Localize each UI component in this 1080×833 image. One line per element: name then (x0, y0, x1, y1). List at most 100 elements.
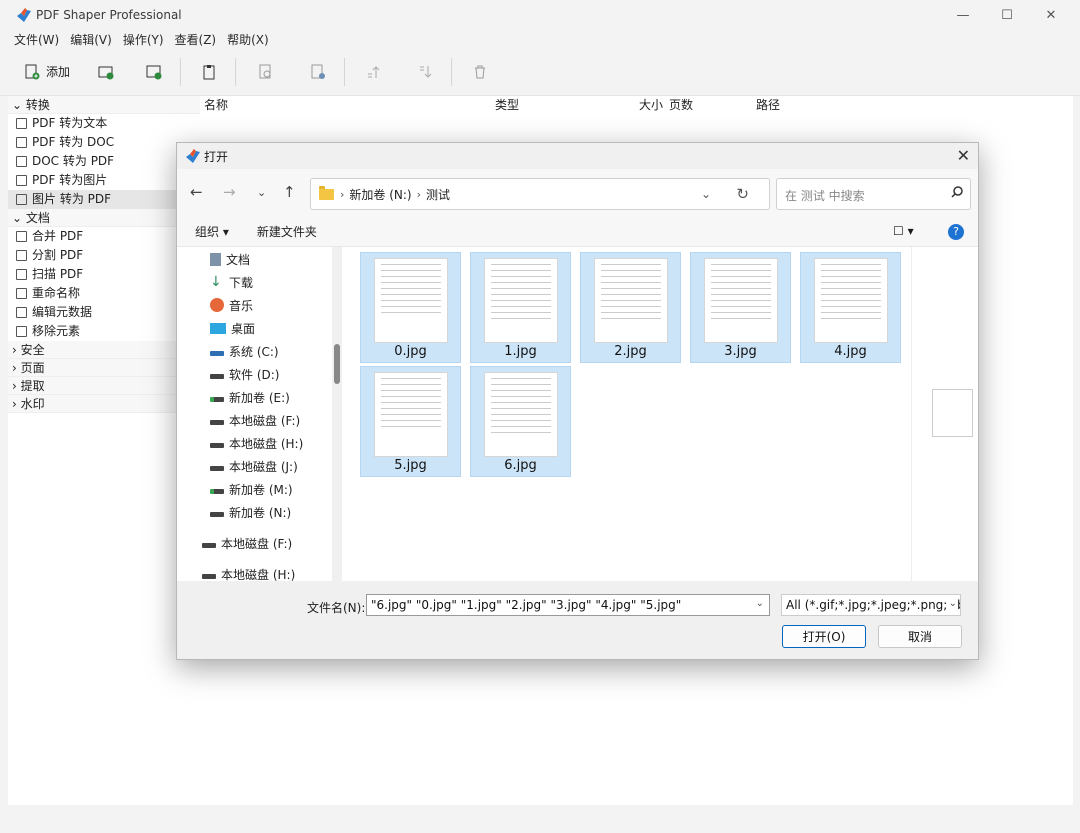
maximize-button[interactable]: ☐ (984, 0, 1030, 30)
add-button[interactable]: 添加 (24, 57, 70, 87)
tree-item-drive-e[interactable]: 新加卷 (E:) (210, 387, 290, 407)
sidebar-item-split-pdf[interactable]: 分割 PDF (8, 246, 200, 265)
menu-bar: 文件(W) 编辑(V) 操作(Y) 查看(Z) 帮助(X) (0, 30, 1080, 48)
info-button[interactable] (310, 57, 332, 87)
sidebar-section-watermark[interactable]: › 水印 (8, 395, 200, 413)
chevron-down-icon[interactable]: ⌄ (701, 187, 711, 201)
menu-edit[interactable]: 编辑(V) (70, 31, 112, 48)
file-pane[interactable]: 0.jpg 1.jpg 2.jpg 3.jpg 4.jpg 5.jpg 6.jp… (343, 247, 911, 581)
column-type[interactable]: 类型 (495, 96, 519, 115)
tree-item-drive-n[interactable]: 新加卷 (N:) (210, 502, 291, 522)
tree-item-network-f[interactable]: 本地磁盘 (F:) (202, 533, 292, 553)
tree-item-music[interactable]: 音乐 (210, 295, 253, 315)
drive-icon (210, 442, 224, 448)
help-icon[interactable]: ? (948, 224, 964, 240)
file-item[interactable]: 1.jpg (470, 252, 571, 363)
add-files-button[interactable] (146, 57, 168, 87)
file-item[interactable]: 3.jpg (690, 252, 791, 363)
menu-action[interactable]: 操作(Y) (123, 31, 164, 48)
sidebar-section-security[interactable]: › 安全 (8, 341, 200, 359)
tree-item-drive-j[interactable]: 本地磁盘 (J:) (210, 456, 298, 476)
search-input[interactable]: 在 测试 中搜索 (776, 178, 971, 210)
tree-scrollbar[interactable] (332, 247, 342, 581)
file-item[interactable]: 2.jpg (580, 252, 681, 363)
file-name: 3.jpg (724, 344, 757, 359)
recent-chevron-icon[interactable]: ⌄ (257, 186, 266, 199)
minimize-button[interactable]: — (940, 0, 986, 30)
preview-button[interactable] (258, 57, 280, 87)
breadcrumb-drive[interactable]: 新加卷 (N:) (349, 186, 411, 203)
clipboard-icon (201, 64, 217, 80)
tree-item-drive-f[interactable]: 本地磁盘 (F:) (210, 410, 300, 430)
sidebar-section-document[interactable]: ⌄ 文档 (8, 209, 200, 227)
tree-item-desktop[interactable]: 桌面 (210, 318, 255, 338)
move-up-button[interactable] (365, 57, 387, 87)
forward-arrow-icon[interactable]: → (223, 183, 236, 201)
view-mode-icon[interactable]: ☐ ▾ (893, 224, 914, 238)
column-name[interactable]: 名称 (204, 96, 228, 115)
sidebar-item-doc-to-pdf[interactable]: DOC 转为 PDF (8, 152, 200, 171)
tree-item-drive-d[interactable]: 软件 (D:) (210, 364, 279, 384)
sidebar-item-scan-pdf[interactable]: 扫描 PDF (8, 265, 200, 284)
sidebar-item-remove-elements[interactable]: 移除元素 (8, 322, 200, 341)
sidebar-item-pdf-to-text[interactable]: PDF 转为文本 (8, 114, 200, 133)
sidebar-section-pages[interactable]: › 页面 (8, 359, 200, 377)
move-down-button[interactable] (417, 57, 439, 87)
breadcrumb-folder[interactable]: 测试 (426, 186, 450, 203)
cancel-button[interactable]: 取消 (878, 625, 962, 648)
drive-icon (210, 350, 224, 356)
column-path[interactable]: 路径 (756, 96, 780, 115)
add-folder-button[interactable] (98, 57, 120, 87)
split-icon (16, 250, 27, 261)
delete-button[interactable] (472, 57, 494, 87)
sidebar-section-extract[interactable]: › 提取 (8, 377, 200, 395)
up-arrow-icon[interactable]: ↑ (283, 183, 296, 201)
tree-item-network-h[interactable]: 本地磁盘 (H:) (202, 564, 295, 581)
dialog-footer: 文件名(N): "6.jpg" "0.jpg" "1.jpg" "2.jpg" … (177, 581, 978, 659)
chevron-down-icon[interactable]: ⌄ (946, 598, 957, 609)
file-item[interactable]: 4.jpg (800, 252, 901, 363)
paste-button[interactable] (201, 57, 223, 87)
toolbar: 添加 (0, 48, 1080, 96)
refresh-icon[interactable]: ↻ (736, 185, 749, 203)
file-item[interactable]: 6.jpg (470, 366, 571, 477)
sidebar-item-pdf-to-image[interactable]: PDF 转为图片 (8, 171, 200, 190)
organize-button[interactable]: 组织 ▾ (195, 223, 229, 240)
tree-item-drive-h[interactable]: 本地磁盘 (H:) (210, 433, 303, 453)
sidebar-section-convert[interactable]: ⌄ 转换 (8, 96, 200, 114)
close-icon[interactable]: ✕ (957, 146, 970, 165)
menu-view[interactable]: 查看(Z) (175, 31, 217, 48)
sidebar-item-merge-pdf[interactable]: 合并 PDF (8, 227, 200, 246)
chevron-down-icon[interactable]: ⌄ (756, 598, 764, 609)
file-item[interactable]: 5.jpg (360, 366, 461, 477)
doc-icon (16, 156, 27, 167)
scrollbar-thumb[interactable] (334, 344, 340, 384)
filename-label: 文件名(N): (307, 601, 366, 615)
tree-item-downloads[interactable]: ↓ 下载 (210, 272, 253, 292)
dialog-title-bar: 打开 ✕ (177, 143, 978, 169)
dialog-title: 打开 (204, 149, 229, 164)
add-button-label: 添加 (46, 65, 71, 79)
column-pages[interactable]: 页数 (669, 96, 693, 115)
address-bar[interactable]: › 新加卷 (N:) › 测试 ⌄ ↻ (310, 178, 770, 210)
open-button[interactable]: 打开(O) (782, 625, 866, 648)
back-arrow-icon[interactable]: ← (190, 183, 203, 201)
arrow-down-icon (417, 64, 433, 80)
tree-item-drive-m[interactable]: 新加卷 (M:) (210, 479, 293, 499)
sidebar-item-image-to-pdf[interactable]: 图片 转为 PDF (8, 190, 200, 209)
new-folder-button[interactable]: 新建文件夹 (257, 223, 317, 240)
column-size[interactable]: 大小 (639, 96, 663, 115)
sidebar-item-edit-metadata[interactable]: 编辑元数据 (8, 303, 200, 322)
tree-item-documents[interactable]: 文档 (210, 249, 250, 269)
close-button[interactable]: ✕ (1028, 0, 1074, 30)
filetype-value: All (*.gif;*.jpg;*.jpeg;*.png;*.b (786, 598, 961, 612)
menu-help[interactable]: 帮助(X) (227, 31, 269, 48)
tree-item-drive-c[interactable]: 系统 (C:) (210, 341, 279, 361)
sidebar-item-pdf-to-doc[interactable]: PDF 转为 DOC (8, 133, 200, 152)
filename-input[interactable]: "6.jpg" "0.jpg" "1.jpg" "2.jpg" "3.jpg" … (366, 594, 770, 616)
file-item[interactable]: 0.jpg (360, 252, 461, 363)
menu-file[interactable]: 文件(W) (14, 31, 59, 48)
app-title: PDF Shaper Professional (36, 8, 182, 22)
filetype-select[interactable]: All (*.gif;*.jpg;*.jpeg;*.png;*.b ⌄ (781, 594, 961, 616)
sidebar-item-rename[interactable]: 重命名称 (8, 284, 200, 303)
